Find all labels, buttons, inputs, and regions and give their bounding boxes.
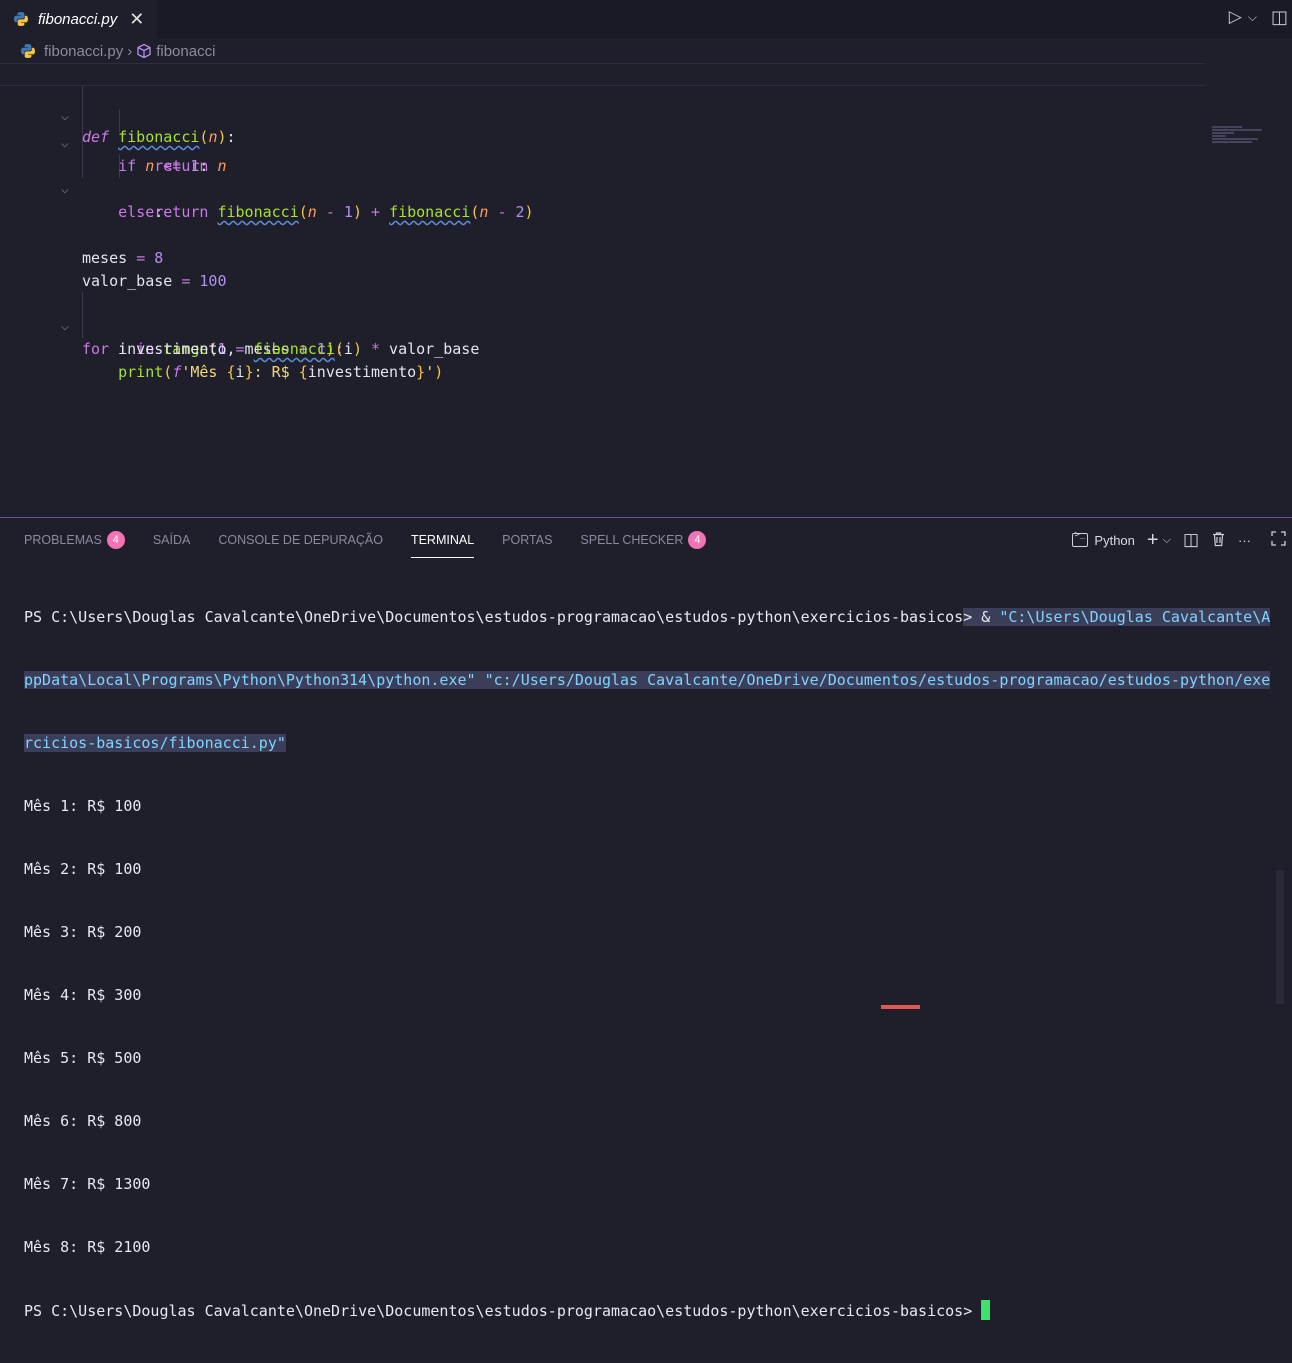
breadcrumb-symbol[interactable]: fibonacci xyxy=(156,43,215,60)
code-line[interactable]: 10 ⌵ for i in range(1, meses + 1): xyxy=(0,269,1205,292)
tab-saida[interactable]: SAÍDA xyxy=(153,528,191,552)
chevron-down-icon[interactable]: ⌵ xyxy=(1248,10,1257,25)
chevron-down-icon[interactable]: ⌵ xyxy=(1163,534,1171,547)
code-line[interactable]: 1 ⌵ def fibonacci(n): xyxy=(0,63,1205,86)
terminal-cursor xyxy=(981,1300,990,1320)
python-file-icon xyxy=(20,43,36,59)
split-editor-icon[interactable]: ◫ xyxy=(1271,7,1288,28)
code-editor[interactable]: 1 ⌵ def fibonacci(n): 2 ⌵ if n <= 1: 3 r… xyxy=(0,62,1292,517)
code-line[interactable]: 4 ⌵ else: xyxy=(0,132,1205,155)
breadcrumb: fibonacci.py › fibonacci xyxy=(0,40,1292,62)
tab-label: CONSOLE DE DEPURAÇÃO xyxy=(218,533,383,547)
code-line[interactable]: 9 xyxy=(0,247,1205,270)
output-line: Mês 2: R$ 100 xyxy=(24,859,1274,880)
output-line: Mês 4: R$ 300 xyxy=(24,985,1274,1006)
new-terminal-icon[interactable]: + xyxy=(1147,529,1159,552)
call-operator: & xyxy=(972,608,990,626)
tab-label: TERMINAL xyxy=(411,533,474,547)
run-icon[interactable]: ▷ xyxy=(1229,7,1242,27)
tab-filename: fibonacci.py xyxy=(38,11,117,28)
tab-label: PORTAS xyxy=(502,533,552,547)
command-text: rcicios-basicos/fibonacci.py" xyxy=(24,734,286,752)
maximize-panel-icon[interactable] xyxy=(1271,531,1286,549)
terminal-scrollbar[interactable] xyxy=(1276,870,1284,1004)
tab-problemas[interactable]: PROBLEMAS 4 xyxy=(24,528,125,552)
terminal-line: rcicios-basicos/fibonacci.py" xyxy=(24,733,1274,754)
output-line: Mês 6: R$ 800 xyxy=(24,1111,1274,1132)
tab-fibonacci-py[interactable]: fibonacci.py ✕ xyxy=(0,0,157,38)
status-indicator xyxy=(881,1005,920,1009)
breadcrumb-file[interactable]: fibonacci.py xyxy=(44,43,123,60)
prompt-path: PS C:\Users\Douglas Cavalcante\OneDrive\… xyxy=(24,608,963,626)
more-actions-icon[interactable]: ··· xyxy=(1238,533,1251,548)
code-line[interactable]: 2 ⌵ if n <= 1: xyxy=(0,86,1205,109)
prompt-symbol: > xyxy=(963,608,972,626)
code-line[interactable]: 3 return n xyxy=(0,109,1205,132)
code-line[interactable]: 12 print(f'Mês {i}: R$ {investimento}') xyxy=(0,315,1205,338)
tab-console-depuracao[interactable]: CONSOLE DE DEPURAÇÃO xyxy=(218,528,383,552)
split-terminal-icon[interactable]: ◫ xyxy=(1183,530,1199,550)
shell-label: Python xyxy=(1094,533,1134,548)
tab-label: SPELL CHECKER xyxy=(580,533,683,547)
breadcrumb-separator: › xyxy=(127,43,132,60)
terminal-output[interactable]: PS C:\Users\Douglas Cavalcante\OneDrive\… xyxy=(24,565,1274,1363)
terminal-line: PS C:\Users\Douglas Cavalcante\OneDrive\… xyxy=(24,607,1274,628)
output-line: Mês 1: R$ 100 xyxy=(24,796,1274,817)
close-icon[interactable]: ✕ xyxy=(129,9,144,30)
tab-label: SAÍDA xyxy=(153,533,191,547)
code-text: investimento = fibonacci(i) * valor_base xyxy=(82,338,479,361)
command-text: "C:\Users\Douglas Cavalcante\A xyxy=(999,608,1270,626)
code-line[interactable]: 8 valor_base = 100 xyxy=(0,224,1205,247)
terminal-shell-selector[interactable]: Python xyxy=(1072,533,1134,548)
minimap[interactable] xyxy=(1212,126,1292,152)
tab-label: PROBLEMAS xyxy=(24,533,102,547)
command-text-space xyxy=(990,608,999,626)
prompt-path: PS C:\Users\Douglas Cavalcante\OneDrive\… xyxy=(24,1302,972,1320)
bottom-panel: PROBLEMAS 4 SAÍDA CONSOLE DE DEPURAÇÃO T… xyxy=(0,517,1292,1009)
spell-checker-count-badge: 4 xyxy=(688,531,706,549)
command-text: ppData\Local\Programs\Python\Python314\p… xyxy=(24,671,1270,689)
trash-icon[interactable] xyxy=(1211,531,1226,550)
output-line: Mês 5: R$ 500 xyxy=(24,1048,1274,1069)
output-line: Mês 3: R$ 200 xyxy=(24,922,1274,943)
code-text: print(f'Mês {i}: R$ {investimento}') xyxy=(82,361,443,384)
tab-terminal[interactable]: TERMINAL xyxy=(411,528,474,552)
code-line[interactable]: 6 xyxy=(0,178,1205,201)
tab-portas[interactable]: PORTAS xyxy=(502,528,552,552)
output-line: Mês 8: R$ 2100 xyxy=(24,1237,1274,1258)
terminal-line: PS C:\Users\Douglas Cavalcante\OneDrive\… xyxy=(24,1300,1274,1321)
editor-actions: ▷ ⌵ ◫ xyxy=(1229,0,1292,34)
code-line[interactable]: 11 investimento = fibonacci(i) * valor_b… xyxy=(0,292,1205,315)
python-file-icon xyxy=(13,11,29,27)
function-symbol-icon xyxy=(136,43,152,59)
code-line[interactable]: 5 return fibonacci(n - 1) + fibonacci(n … xyxy=(0,155,1205,178)
panel-tab-bar: PROBLEMAS 4 SAÍDA CONSOLE DE DEPURAÇÃO T… xyxy=(24,528,706,552)
code-line[interactable]: 7 meses = 8 xyxy=(0,201,1205,224)
problems-count-badge: 4 xyxy=(107,531,125,549)
tab-spell-checker[interactable]: SPELL CHECKER 4 xyxy=(580,528,706,552)
output-line: Mês 7: R$ 1300 xyxy=(24,1174,1274,1195)
terminal-line: ppData\Local\Programs\Python\Python314\p… xyxy=(24,670,1274,691)
editor-tab-bar: fibonacci.py ✕ ▷ ⌵ ◫ xyxy=(0,0,1292,38)
panel-actions: Python + ⌵ ◫ ··· xyxy=(1072,528,1286,552)
terminal-icon xyxy=(1072,533,1088,547)
